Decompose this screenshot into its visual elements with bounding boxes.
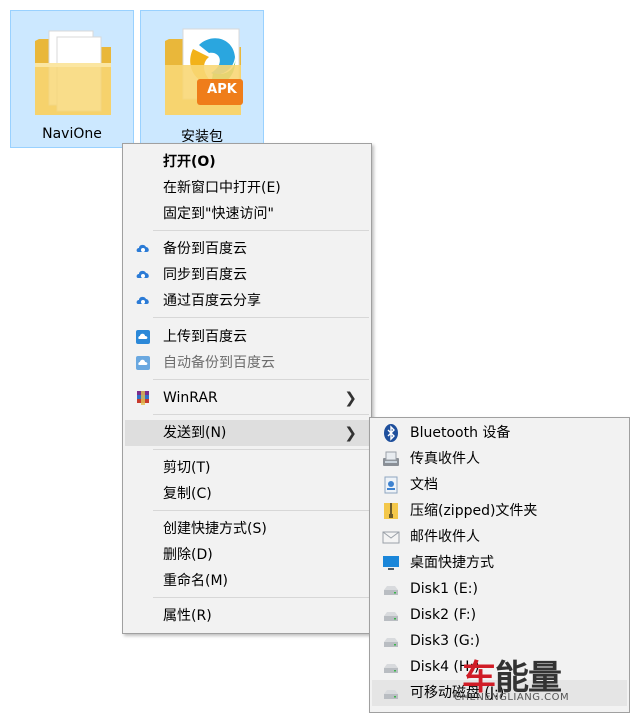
drive-icon bbox=[384, 638, 398, 647]
menu-item-label: 同步到百度云 bbox=[163, 267, 247, 283]
menu-item-label: Bluetooth 设备 bbox=[410, 425, 511, 441]
bluetooth-icon bbox=[384, 424, 398, 442]
send-to-zip[interactable]: 压缩(zipped)文件夹 bbox=[372, 498, 627, 524]
menu-item-label: 在新窗口中打开(E) bbox=[163, 180, 281, 196]
menu-item-label: WinRAR bbox=[163, 390, 218, 406]
menu-item-upload-baidu[interactable]: 上传到百度云 bbox=[125, 324, 369, 350]
menu-item-delete[interactable]: 删除(D) bbox=[125, 542, 369, 568]
menu-separator bbox=[153, 230, 369, 231]
menu-item-winrar[interactable]: WinRAR ❯ bbox=[125, 385, 369, 411]
menu-item-label: 上传到百度云 bbox=[163, 329, 247, 345]
desktop-icon bbox=[383, 556, 399, 570]
file-label: NaviOne bbox=[42, 126, 102, 142]
menu-separator bbox=[153, 414, 369, 415]
menu-item-label: 压缩(zipped)文件夹 bbox=[410, 503, 538, 519]
zip-folder-icon bbox=[384, 503, 398, 519]
menu-item-open[interactable]: 打开(O) bbox=[125, 149, 369, 175]
menu-item-cut[interactable]: 剪切(T) bbox=[125, 455, 369, 481]
menu-item-open-new-window[interactable]: 在新窗口中打开(E) bbox=[125, 175, 369, 201]
send-to-documents[interactable]: 文档 bbox=[372, 472, 627, 498]
menu-item-label: Disk1 (E:) bbox=[410, 581, 478, 597]
menu-item-label: Disk2 (F:) bbox=[410, 607, 477, 623]
send-to-mail[interactable]: 邮件收件人 bbox=[372, 524, 627, 550]
menu-item-label: 文档 bbox=[410, 477, 438, 493]
send-to-disk1[interactable]: Disk1 (E:) bbox=[372, 576, 627, 602]
watermark-logo: 车能量 CHENENGLIANG.COM bbox=[452, 654, 574, 710]
menu-separator bbox=[153, 449, 369, 450]
menu-item-label: 传真收件人 bbox=[410, 451, 480, 467]
baidu-cloud-icon bbox=[136, 296, 149, 304]
chevron-right-icon: ❯ bbox=[344, 424, 357, 442]
menu-item-copy[interactable]: 复制(C) bbox=[125, 481, 369, 507]
menu-item-label: 删除(D) bbox=[163, 547, 213, 563]
menu-separator bbox=[153, 379, 369, 380]
folder-apk-package[interactable]: APK 安装包 bbox=[140, 10, 264, 148]
menu-separator bbox=[153, 597, 369, 598]
watermark-site: CHENENGLIANG.COM bbox=[454, 692, 570, 703]
menu-item-properties[interactable]: 属性(R) bbox=[125, 603, 369, 629]
menu-item-label: 邮件收件人 bbox=[410, 529, 480, 545]
mail-icon bbox=[382, 531, 400, 544]
menu-item-label: 自动备份到百度云 bbox=[163, 355, 275, 371]
menu-item-pin-quick-access[interactable]: 固定到"快速访问" bbox=[125, 201, 369, 227]
menu-item-label: 重命名(M) bbox=[163, 573, 229, 589]
folder-icon bbox=[35, 30, 111, 115]
menu-item-label: 属性(R) bbox=[163, 608, 212, 624]
send-to-bluetooth[interactable]: Bluetooth 设备 bbox=[372, 420, 627, 446]
menu-item-label: Disk3 (G:) bbox=[410, 633, 480, 649]
menu-separator bbox=[153, 317, 369, 318]
drive-icon bbox=[384, 586, 398, 595]
winrar-icon bbox=[137, 391, 149, 405]
chevron-right-icon: ❯ bbox=[344, 389, 357, 407]
menu-item-auto-backup-baidu[interactable]: 自动备份到百度云 bbox=[125, 350, 369, 376]
menu-item-label: 备份到百度云 bbox=[163, 241, 247, 257]
menu-item-rename[interactable]: 重命名(M) bbox=[125, 568, 369, 594]
menu-item-label: 通过百度云分享 bbox=[163, 293, 261, 309]
baidu-cloud-icon bbox=[136, 270, 149, 278]
menu-item-sync-baidu[interactable]: 同步到百度云 bbox=[125, 262, 369, 288]
drive-icon bbox=[384, 664, 398, 673]
folder-navione[interactable]: NaviOne bbox=[10, 10, 134, 148]
menu-item-label: 剪切(T) bbox=[163, 460, 211, 476]
menu-item-share-baidu[interactable]: 通过百度云分享 bbox=[125, 288, 369, 314]
send-to-disk2[interactable]: Disk2 (F:) bbox=[372, 602, 627, 628]
send-to-fax[interactable]: 传真收件人 bbox=[372, 446, 627, 472]
menu-item-backup-baidu[interactable]: 备份到百度云 bbox=[125, 236, 369, 262]
menu-item-send-to[interactable]: 发送到(N) ❯ bbox=[125, 420, 369, 446]
menu-item-label: 打开(O) bbox=[163, 154, 216, 170]
apk-folder-icon bbox=[165, 28, 243, 115]
fax-icon bbox=[383, 451, 399, 466]
menu-item-label: 发送到(N) bbox=[163, 425, 227, 441]
menu-item-label: 创建快捷方式(S) bbox=[163, 521, 267, 537]
baidu-upload-icon bbox=[136, 330, 150, 344]
menu-separator bbox=[153, 510, 369, 511]
menu-item-create-shortcut[interactable]: 创建快捷方式(S) bbox=[125, 516, 369, 542]
apk-badge-text: APK bbox=[207, 82, 237, 97]
menu-item-label: 复制(C) bbox=[163, 486, 212, 502]
baidu-cloud-icon bbox=[136, 244, 149, 252]
removable-drive-icon bbox=[384, 690, 398, 699]
send-to-desktop-shortcut[interactable]: 桌面快捷方式 bbox=[372, 550, 627, 576]
context-menu: 打开(O) 在新窗口中打开(E) 固定到"快速访问" 备份到百度云 同步到百度云… bbox=[122, 143, 372, 634]
documents-icon bbox=[384, 476, 398, 494]
baidu-backup-icon bbox=[136, 356, 150, 370]
menu-item-label: 固定到"快速访问" bbox=[163, 206, 274, 222]
drive-icon bbox=[384, 612, 398, 621]
menu-item-label: 桌面快捷方式 bbox=[410, 555, 494, 571]
